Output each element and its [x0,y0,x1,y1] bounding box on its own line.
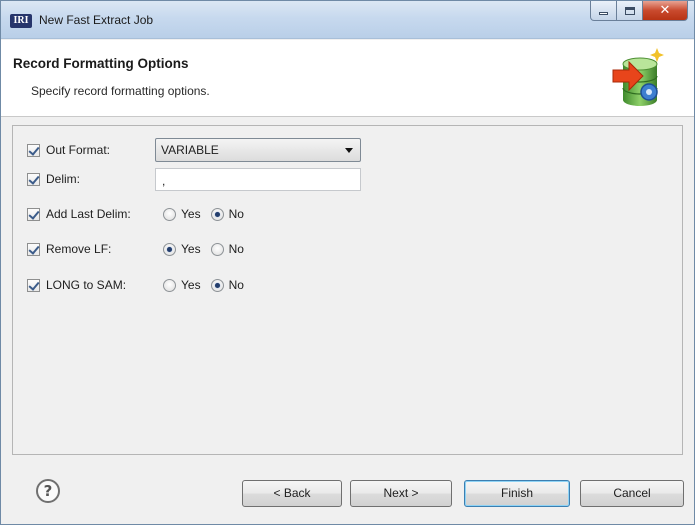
out-format-value: VARIABLE [161,143,219,157]
add-last-delim-yes-label: Yes [181,207,201,221]
minimize-icon [599,11,608,15]
long-to-sam-options: Yes No [163,274,254,296]
long-to-sam-yes-option[interactable]: Yes [163,278,201,292]
out-format-checkbox[interactable] [27,143,40,157]
next-button[interactable]: Next > [350,480,452,507]
add-last-delim-no-option[interactable]: No [210,207,244,221]
add-last-delim-no-label: No [228,207,244,221]
long-to-sam-yes-label: Yes [181,278,201,292]
long-to-sam-row: LONG to SAM: [27,274,126,296]
remove-lf-checkbox[interactable] [27,242,40,256]
back-button[interactable]: < Back [242,480,342,507]
maximize-icon [624,6,635,15]
add-last-delim-no-radio[interactable] [210,207,224,221]
page-description: Specify record formatting options. [31,84,210,98]
finish-button[interactable]: Finish [464,480,570,507]
delim-input[interactable] [155,168,361,191]
out-format-row: Out Format: [27,139,110,161]
long-to-sam-label: LONG to SAM: [46,278,127,292]
close-icon: ✕ [659,3,671,18]
long-to-sam-no-label: No [228,278,244,292]
wizard-header: Record Formatting Options Specify record… [1,40,694,117]
remove-lf-yes-radio[interactable] [163,242,176,256]
long-to-sam-no-option[interactable]: No [210,278,244,292]
dropdown-arrow-icon[interactable] [345,148,353,153]
long-to-sam-yes-radio[interactable] [163,278,176,292]
out-format-label: Out Format: [46,143,111,157]
help-icon[interactable]: ? [36,479,60,503]
out-format-select[interactable]: VARIABLE [155,138,361,162]
remove-lf-yes-label: Yes [181,242,201,256]
long-to-sam-no-radio[interactable] [210,278,224,292]
remove-lf-no-option[interactable]: No [210,242,244,256]
add-last-delim-options: Yes No [163,203,254,225]
iri-app-icon: IRI [10,14,32,28]
options-panel: Out Format: VARIABLE Delim: Add Last Del… [12,125,683,455]
long-to-sam-checkbox[interactable] [27,278,40,292]
title-bar[interactable]: IRI New Fast Extract Job ✕ [1,1,694,39]
add-last-delim-row: Add Last Delim: [27,203,131,225]
add-last-delim-yes-radio[interactable] [163,207,176,221]
window-controls: ✕ [590,1,688,22]
maximize-button[interactable] [617,1,643,21]
remove-lf-yes-option[interactable]: Yes [163,242,201,256]
add-last-delim-label: Add Last Delim: [46,207,131,221]
remove-lf-no-radio[interactable] [210,242,224,256]
window-title: New Fast Extract Job [39,13,154,27]
delim-row: Delim: [27,168,80,190]
database-export-wizard-icon [612,48,664,106]
delim-checkbox[interactable] [27,172,40,186]
minimize-button[interactable] [590,1,617,21]
remove-lf-label: Remove LF: [46,242,112,256]
add-last-delim-yes-option[interactable]: Yes [163,207,201,221]
wizard-window: IRI New Fast Extract Job ✕ Record Format… [0,0,695,525]
delim-label: Delim: [46,172,81,186]
remove-lf-options: Yes No [163,238,254,260]
close-button[interactable]: ✕ [643,1,688,21]
remove-lf-row: Remove LF: [27,238,111,260]
cancel-button[interactable]: Cancel [580,480,684,507]
remove-lf-no-label: No [228,242,244,256]
add-last-delim-checkbox[interactable] [27,207,40,221]
page-title: Record Formatting Options [13,56,189,71]
